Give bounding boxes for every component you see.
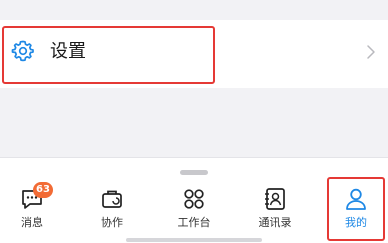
briefcase-icon bbox=[102, 190, 122, 208]
drag-handle[interactable] bbox=[180, 170, 208, 175]
tab-highlight-box bbox=[327, 177, 385, 241]
home-indicator bbox=[126, 238, 262, 242]
top-spacer bbox=[0, 0, 388, 8]
apps-grid-icon bbox=[184, 189, 204, 209]
chevron-right-icon bbox=[367, 45, 375, 59]
tab-contacts[interactable]: 通讯录 bbox=[240, 186, 310, 236]
tab-label: 通讯录 bbox=[258, 216, 292, 229]
tab-label: 消息 bbox=[21, 216, 43, 229]
tab-label: 工作台 bbox=[177, 216, 211, 229]
tab-workbench[interactable]: 工作台 bbox=[159, 186, 229, 236]
contacts-book-icon bbox=[265, 188, 285, 210]
tab-label: 协作 bbox=[101, 216, 123, 229]
settings-highlight-box bbox=[2, 26, 215, 84]
unread-badge: 63 bbox=[33, 182, 53, 198]
tab-messages[interactable]: 63 消息 bbox=[0, 182, 67, 236]
tab-collab[interactable]: 协作 bbox=[77, 186, 147, 236]
